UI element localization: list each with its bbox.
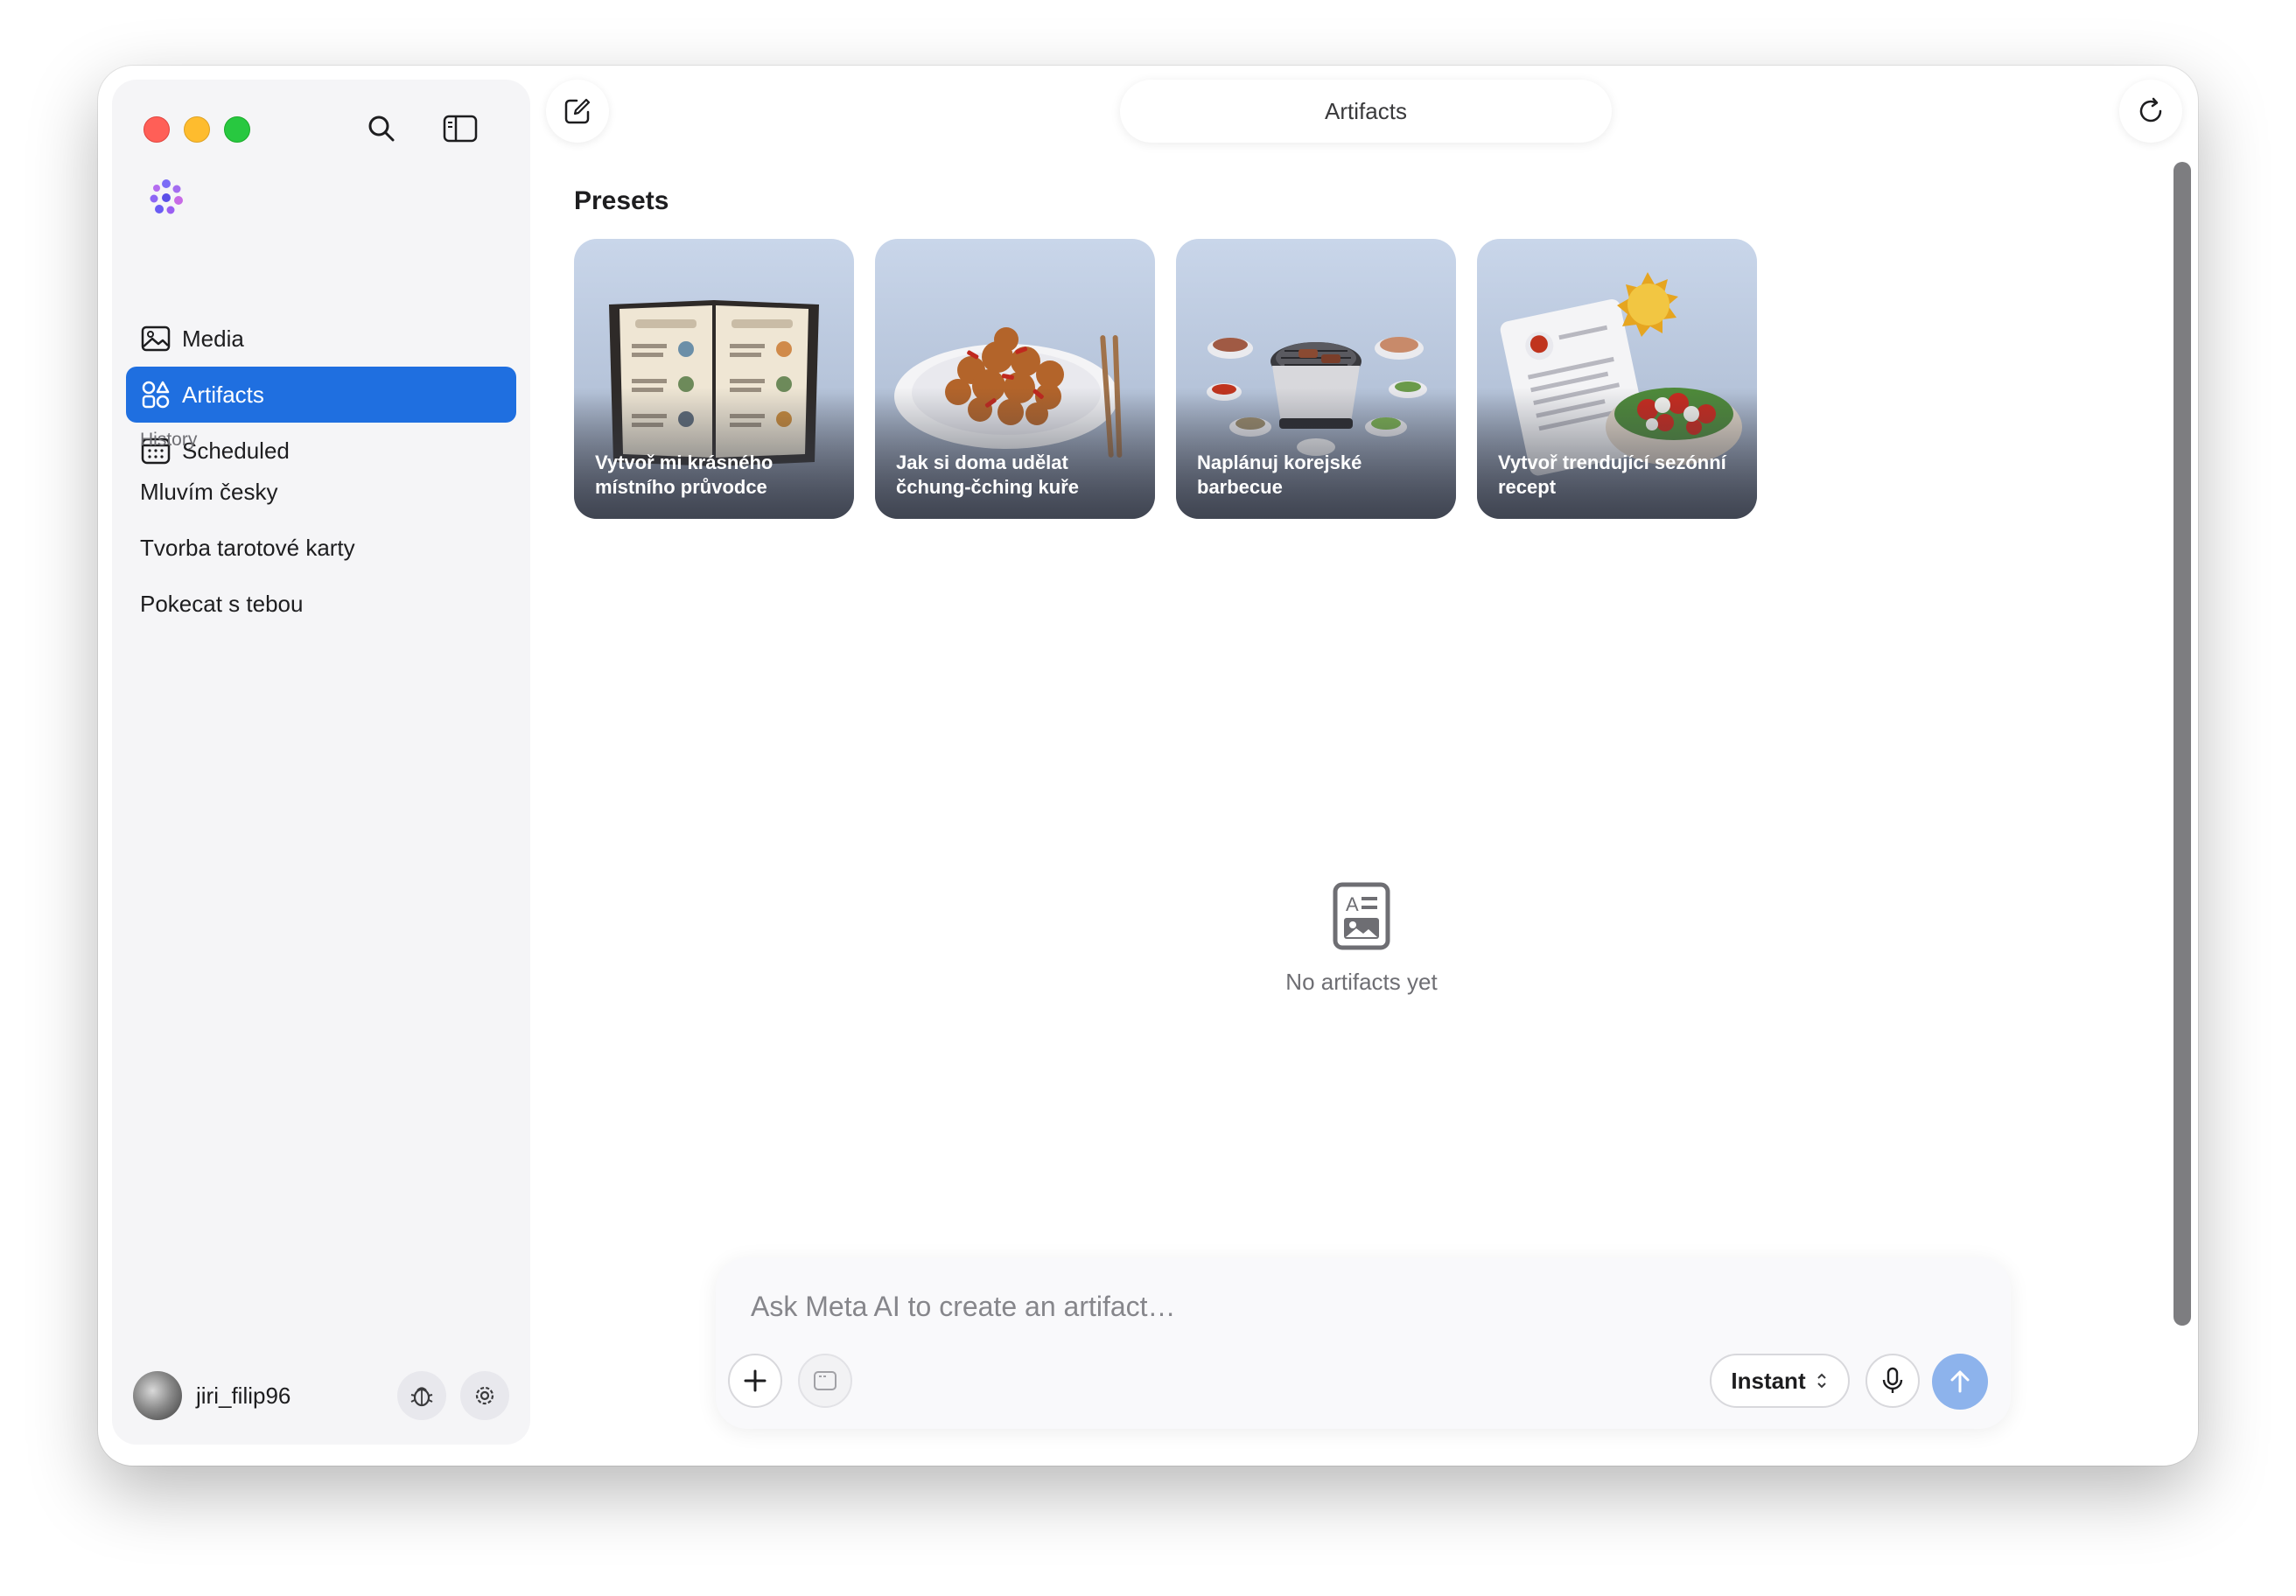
canvas-toggle-button[interactable]: [798, 1354, 852, 1408]
bug-icon: [410, 1387, 433, 1407]
shapes-icon: [140, 379, 172, 410]
gear-icon: [475, 1386, 494, 1405]
preset-card-chicken[interactable]: Jak si doma udělat čchung-čching kuře: [875, 239, 1155, 519]
add-attachment-button[interactable]: [728, 1354, 782, 1408]
mode-select-value: Instant: [1731, 1367, 1806, 1394]
svg-text:A: A: [1346, 893, 1359, 915]
report-bug-button[interactable]: [397, 1371, 446, 1420]
prompt-composer: Instant: [716, 1257, 2011, 1429]
sidebar-icon: [443, 115, 478, 143]
history-item[interactable]: Mluvím česky: [140, 479, 277, 506]
nav-item-media[interactable]: Media: [126, 311, 516, 367]
close-window-button[interactable]: [144, 116, 170, 143]
history-item[interactable]: Pokecat s tebou: [140, 591, 303, 618]
empty-state-text: No artifacts yet: [1285, 969, 1438, 995]
user-profile[interactable]: jiri_filip96: [133, 1371, 290, 1420]
preset-label: Vytvoř trendující sezónní recept: [1498, 452, 1726, 498]
username: jiri_filip96: [196, 1382, 291, 1409]
minimize-window-button[interactable]: [184, 116, 210, 143]
preset-card-recipe[interactable]: Vytvoř trendující sezónní recept: [1477, 239, 1757, 519]
avatar: [133, 1371, 182, 1420]
prompt-input[interactable]: [749, 1284, 1802, 1329]
preset-label: Vytvoř mi krásného místního průvodce: [595, 452, 774, 498]
window-title: Artifacts: [1120, 80, 1612, 143]
preset-card-barbecue[interactable]: Naplánuj korejské barbecue: [1176, 239, 1456, 519]
nav-item-label: Artifacts: [182, 381, 264, 408]
sidebar: Media Artifacts Scheduled History Mluvím…: [112, 80, 530, 1445]
preset-label: Jak si doma udělat čchung-čching kuře: [896, 452, 1080, 498]
zoom-window-button[interactable]: [224, 116, 250, 143]
search-button[interactable]: [360, 108, 402, 150]
arrow-up-icon: [1950, 1370, 1970, 1393]
preset-card-guide[interactable]: Vytvoř mi krásného místního průvodce: [574, 239, 854, 519]
nav-item-label: Scheduled: [182, 437, 290, 464]
plus-icon: [744, 1369, 766, 1392]
presets-heading: Presets: [574, 186, 669, 215]
chevron-updown-icon: [1816, 1373, 1826, 1389]
microphone-icon: [1882, 1367, 1903, 1393]
scrollbar[interactable]: [2174, 162, 2191, 1326]
meta-ai-logo: [150, 179, 183, 214]
new-chat-button[interactable]: [546, 80, 609, 143]
window-icon: [814, 1371, 836, 1390]
compose-icon: [564, 98, 591, 124]
settings-button[interactable]: [460, 1371, 509, 1420]
artifact-document-icon: A: [1333, 882, 1390, 950]
refresh-icon: [2139, 97, 2162, 122]
nav-item-artifacts[interactable]: Artifacts: [126, 367, 516, 423]
refresh-button[interactable]: [2119, 80, 2182, 143]
history-item[interactable]: Tvorba tarotové karty: [140, 535, 355, 562]
send-button[interactable]: [1932, 1354, 1988, 1410]
image-icon: [140, 323, 172, 354]
voice-input-button[interactable]: [1866, 1354, 1920, 1408]
history-heading: History: [140, 430, 198, 450]
nav-item-label: Media: [182, 325, 244, 352]
toggle-sidebar-button[interactable]: [439, 108, 481, 150]
preset-label: Naplánuj korejské barbecue: [1197, 452, 1362, 498]
mode-select[interactable]: Instant: [1710, 1354, 1850, 1408]
app-window: Media Artifacts Scheduled History Mluvím…: [98, 66, 2198, 1466]
search-icon: [368, 116, 395, 142]
